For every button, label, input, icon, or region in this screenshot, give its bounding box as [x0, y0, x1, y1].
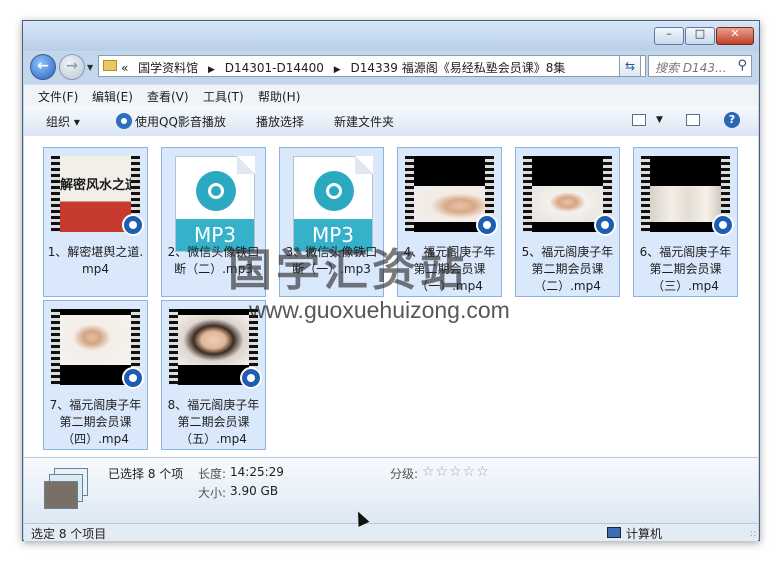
- details-pane: 已选择 8 个项 长度: 14:25:29 大小: 3.90 GB 分级: ☆☆…: [24, 457, 758, 524]
- qq-player-icon: [476, 214, 498, 236]
- breadcrumb: « 国学资料馆 ▶ D14301-D14400 ▶ D14339 福源阁《易经私…: [121, 59, 571, 76]
- qq-player-icon: [122, 214, 144, 236]
- breadcrumb-overflow[interactable]: «: [121, 61, 128, 75]
- refresh-icon: ⇆: [624, 59, 636, 73]
- resize-grip-icon[interactable]: ∷: [750, 530, 756, 540]
- status-bar: 选定 8 个项目 计算机 ∷: [24, 523, 758, 541]
- qq-player-icon: [122, 367, 144, 389]
- refresh-button[interactable]: ⇆: [619, 55, 641, 77]
- size-value: 3.90 GB: [230, 484, 279, 498]
- length-label: 长度:: [198, 467, 227, 481]
- mp3-file-icon: MP3: [287, 156, 376, 252]
- menu-file[interactable]: 文件(F): [38, 88, 78, 105]
- menu-view[interactable]: 查看(V): [147, 88, 189, 105]
- chevron-right-icon[interactable]: ▶: [208, 65, 215, 75]
- video-thumbnail: [51, 309, 144, 389]
- search-placeholder: 搜索 D143...: [655, 61, 727, 75]
- status-selection-text: 选定 8 个项目: [31, 527, 107, 541]
- size-label: 大小:: [198, 486, 227, 500]
- chevron-down-icon[interactable]: ▼: [656, 115, 663, 125]
- close-button[interactable]: ✕: [716, 27, 754, 45]
- file-name: 1、解密堪舆之道.mp4: [47, 245, 144, 276]
- thumbnail-text: 解密风水之道: [60, 178, 131, 193]
- breadcrumb-item[interactable]: D14301-D14400: [225, 61, 324, 75]
- status-location-text: 计算机: [626, 527, 663, 541]
- breadcrumb-item[interactable]: 国学资料馆: [138, 59, 198, 76]
- qq-player-icon: [712, 214, 734, 236]
- watermark-title: 国学汇资站: [228, 245, 468, 296]
- file-item[interactable]: 解密风水之道 1、解密堪舆之道.mp4: [43, 147, 148, 297]
- file-name: 5、福元阁庚子年第二期会员课（二）.mp4: [521, 245, 614, 293]
- file-name: 7、福元阁庚子年第二期会员课（四）.mp4: [49, 398, 142, 446]
- file-item[interactable]: 5、福元阁庚子年第二期会员课（二）.mp4: [515, 147, 620, 297]
- chevron-right-icon[interactable]: ▶: [334, 65, 341, 75]
- computer-icon: [607, 527, 621, 538]
- mp3-file-icon: MP3: [169, 156, 258, 252]
- play-selection-button[interactable]: 播放选择: [256, 113, 304, 130]
- new-folder-button[interactable]: 新建文件夹: [334, 113, 394, 130]
- search-input[interactable]: 搜索 D143... ⚲: [648, 55, 752, 77]
- navigation-bar: ← → ▼ « 国学资料馆 ▶ D14301-D14400 ▶ D14339 福…: [23, 51, 759, 83]
- length-value: 14:25:29: [230, 465, 284, 479]
- video-thumbnail: [641, 156, 734, 236]
- video-thumbnail: [523, 156, 616, 236]
- video-thumbnail: 解密风水之道: [51, 156, 144, 236]
- address-bar[interactable]: « 国学资料馆 ▶ D14301-D14400 ▶ D14339 福源阁《易经私…: [98, 55, 646, 77]
- title-bar: – □ ✕: [23, 21, 759, 51]
- qq-player-icon: [116, 113, 132, 129]
- rating-stars[interactable]: ☆☆☆☆☆: [422, 464, 490, 480]
- help-button[interactable]: ?: [724, 112, 740, 128]
- video-thumbnail: [169, 309, 262, 389]
- arrow-left-icon: ←: [37, 58, 49, 74]
- file-item[interactable]: 6、福元阁庚子年第二期会员课（三）.mp4: [633, 147, 738, 297]
- folder-icon: [103, 60, 117, 71]
- menu-help[interactable]: 帮助(H): [258, 88, 300, 105]
- command-bar: 组织 ▾ 使用QQ影音播放 播放选择 新建文件夹 ▼ ?: [24, 106, 758, 137]
- breadcrumb-item[interactable]: D14339 福源阁《易经私塾会员课》8集: [351, 59, 566, 76]
- file-name: 8、福元阁庚子年第二期会员课（五）.mp4: [167, 398, 260, 446]
- watermark-url: www.guoxuehuizong.com: [249, 297, 510, 323]
- rating-label: 分级:: [390, 467, 419, 481]
- view-options-icon[interactable]: [632, 114, 646, 126]
- back-button[interactable]: ←: [30, 54, 56, 80]
- menu-tools[interactable]: 工具(T): [203, 88, 244, 105]
- menu-edit[interactable]: 编辑(E): [92, 88, 133, 105]
- minimize-button[interactable]: –: [654, 27, 684, 45]
- forward-button[interactable]: →: [59, 54, 85, 80]
- maximize-button[interactable]: □: [685, 27, 715, 45]
- recent-pages-dropdown-icon[interactable]: ▼: [87, 63, 93, 72]
- media-player-icon: [196, 171, 236, 211]
- search-icon[interactable]: ⚲: [737, 58, 747, 73]
- play-with-qq-button[interactable]: 使用QQ影音播放: [135, 113, 226, 130]
- organize-button[interactable]: 组织 ▾: [46, 113, 80, 130]
- file-item[interactable]: 7、福元阁庚子年第二期会员课（四）.mp4: [43, 300, 148, 450]
- media-player-icon: [314, 171, 354, 211]
- file-name: 6、福元阁庚子年第二期会员课（三）.mp4: [639, 245, 732, 293]
- qq-player-icon: [594, 214, 616, 236]
- multiple-files-icon: [44, 468, 90, 512]
- menu-bar: 文件(F) 编辑(E) 查看(V) 工具(T) 帮助(H): [24, 84, 758, 107]
- selection-count: 已选择 8 个项: [108, 467, 184, 481]
- help-icon: ?: [728, 113, 736, 126]
- qq-player-icon: [240, 367, 262, 389]
- video-thumbnail: [405, 156, 498, 236]
- arrow-right-icon: →: [66, 58, 78, 74]
- preview-pane-icon[interactable]: [686, 114, 700, 126]
